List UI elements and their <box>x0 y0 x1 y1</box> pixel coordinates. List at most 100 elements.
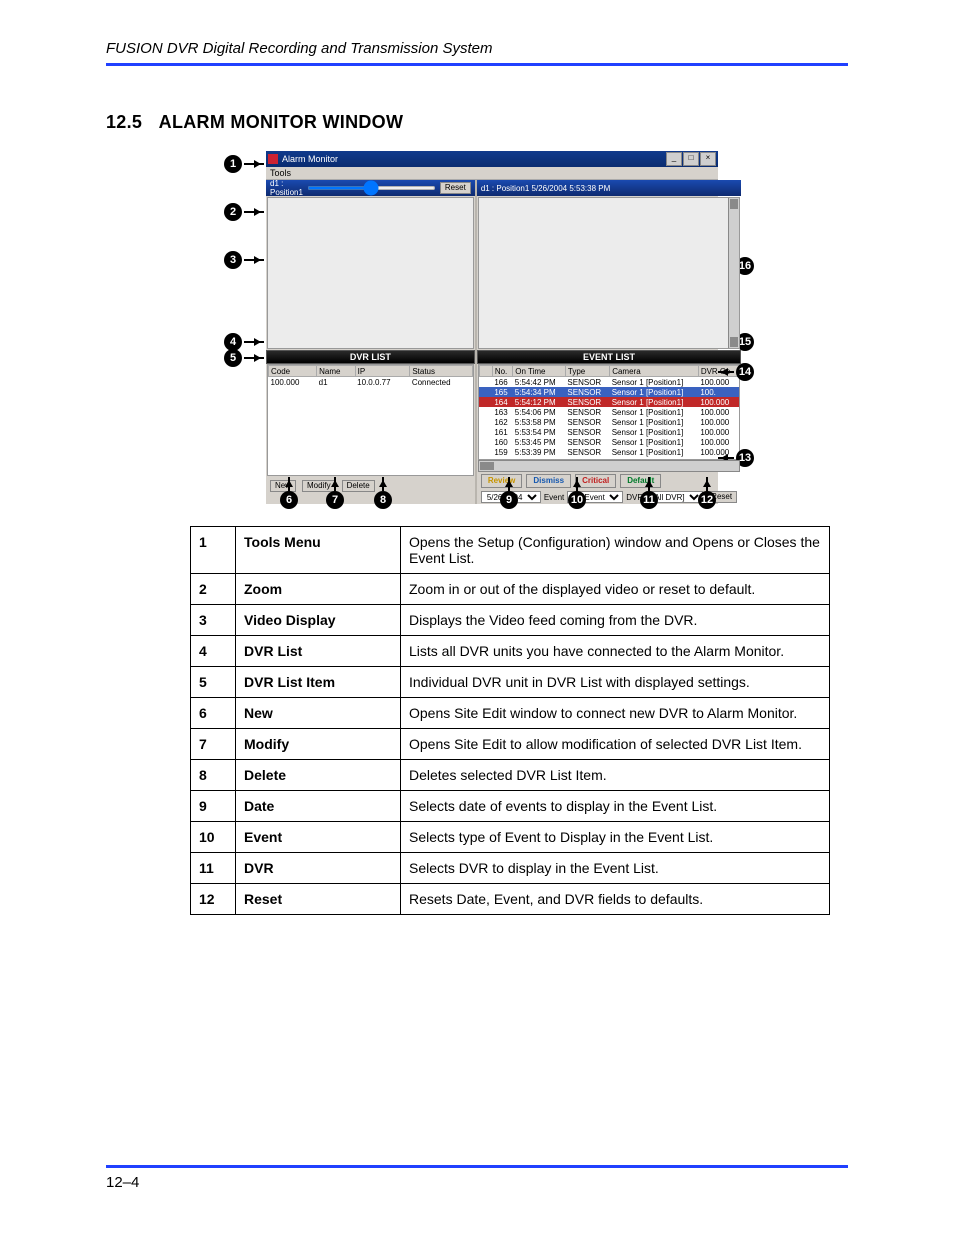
cell: 5:53:54 PM <box>513 427 566 437</box>
cell <box>479 407 492 417</box>
callout-8: 8 <box>374 491 392 509</box>
scrollbar-horizontal[interactable] <box>478 460 740 472</box>
title-bar[interactable]: Alarm Monitor _ □ × <box>266 151 718 167</box>
event-row[interactable]: 1625:53:58 PMSENSORSensor 1 [Position1]1… <box>479 417 738 427</box>
item-term: Reset <box>236 884 401 915</box>
zoom-reset-button[interactable]: Reset <box>440 182 471 194</box>
item-number: 8 <box>191 760 236 791</box>
event-row[interactable]: 1595:53:39 PMSENSORSensor 1 [Position1]1… <box>479 447 738 457</box>
maximize-icon[interactable]: □ <box>683 152 699 166</box>
cell: d1 <box>317 377 356 388</box>
cell <box>479 417 492 427</box>
default-button[interactable]: Default <box>620 474 661 488</box>
cell: SENSOR <box>565 397 609 407</box>
app-icon <box>268 154 278 164</box>
event-row[interactable]: 1605:53:45 PMSENSORSensor 1 [Position1]1… <box>479 437 738 447</box>
cell: Sensor 1 [Position1] <box>610 437 699 447</box>
cell <box>479 437 492 447</box>
cell: SENSOR <box>565 447 609 457</box>
event-row[interactable]: 1655:54:34 PMSENSORSensor 1 [Position1]1… <box>479 387 738 397</box>
cell: SENSOR <box>565 417 609 427</box>
table-row: 7ModifyOpens Site Edit to allow modifica… <box>191 729 830 760</box>
col-status[interactable]: Status <box>410 366 472 377</box>
col-no[interactable]: No. <box>492 366 512 377</box>
right-pane: d1 : Position1 5/26/2004 5:53:38 PM EVEN… <box>475 180 741 504</box>
scrollbar-vertical[interactable] <box>728 198 739 348</box>
callout-arrow <box>334 477 336 491</box>
review-button[interactable]: Review <box>481 474 523 488</box>
event-row[interactable]: 1615:53:54 PMSENSORSensor 1 [Position1]1… <box>479 427 738 437</box>
section-title: ALARM MONITOR WINDOW <box>159 112 404 132</box>
tag-button-row: Review Dismiss Critical Default <box>477 472 741 490</box>
cell: Sensor 1 [Position1] <box>610 387 699 397</box>
item-desc: Opens the Setup (Configuration) window a… <box>401 527 830 574</box>
callout-arrow <box>508 477 510 491</box>
section-number: 12.5 <box>106 112 154 133</box>
table-row: 8DeleteDeletes selected DVR List Item. <box>191 760 830 791</box>
item-desc: Resets Date, Event, and DVR fields to de… <box>401 884 830 915</box>
cell: SENSOR <box>565 437 609 447</box>
event-row[interactable]: 1665:54:42 PMSENSORSensor 1 [Position1]1… <box>479 377 738 388</box>
col-code[interactable]: Code <box>269 366 317 377</box>
table-row: 1Tools MenuOpens the Setup (Configuratio… <box>191 527 830 574</box>
menu-bar: Tools <box>266 167 718 180</box>
cell: 163 <box>492 407 512 417</box>
header-rule <box>106 63 848 66</box>
col-name[interactable]: Name <box>317 366 356 377</box>
callout-arrow <box>718 371 734 373</box>
item-term: Event <box>236 822 401 853</box>
item-number: 12 <box>191 884 236 915</box>
item-number: 1 <box>191 527 236 574</box>
item-desc: Opens Site Edit to allow modification of… <box>401 729 830 760</box>
item-desc: Selects DVR to display in the Event List… <box>401 853 830 884</box>
dismiss-button[interactable]: Dismiss <box>526 474 571 488</box>
window-title: Alarm Monitor <box>282 154 338 164</box>
cell <box>479 397 492 407</box>
video-display[interactable] <box>267 197 474 349</box>
critical-button[interactable]: Critical <box>575 474 616 488</box>
callout-arrow <box>718 457 734 459</box>
cell: 10.0.0.77 <box>355 377 410 388</box>
callout-11: 11 <box>640 491 658 509</box>
event-list-header: EVENT LIST <box>477 350 741 364</box>
dvr-list-item[interactable]: 100.000 d1 10.0.0.77 Connected <box>269 377 473 388</box>
col-type[interactable]: Type <box>565 366 609 377</box>
item-number: 9 <box>191 791 236 822</box>
cell: 166 <box>492 377 512 388</box>
cell: Sensor 1 [Position1] <box>610 447 699 457</box>
col-ontime[interactable]: On Time <box>513 366 566 377</box>
item-term: Modify <box>236 729 401 760</box>
callout-3: 3 <box>224 251 242 269</box>
col-ip[interactable]: IP <box>355 366 410 377</box>
close-icon[interactable]: × <box>700 152 716 166</box>
event-row[interactable]: 1635:54:06 PMSENSORSensor 1 [Position1]1… <box>479 407 738 417</box>
cell: SENSOR <box>565 427 609 437</box>
callout-arrow <box>706 477 708 491</box>
callout-arrow <box>244 357 264 359</box>
table-row: 6NewOpens Site Edit window to connect ne… <box>191 698 830 729</box>
item-number: 2 <box>191 574 236 605</box>
video-info: d1 : Position1 5/26/2004 5:53:38 PM <box>481 184 610 193</box>
item-term: Video Display <box>236 605 401 636</box>
minimize-icon[interactable]: _ <box>666 152 682 166</box>
col-camera[interactable]: Camera <box>610 366 699 377</box>
event-row[interactable]: 1645:54:12 PMSENSORSensor 1 [Position1]1… <box>479 397 738 407</box>
zoom-slider[interactable] <box>307 186 436 190</box>
cell: 100.000 <box>698 417 738 427</box>
delete-button[interactable]: Delete <box>342 480 375 492</box>
col-blank <box>479 366 492 377</box>
cell: SENSOR <box>565 387 609 397</box>
tools-menu[interactable]: Tools <box>270 168 291 178</box>
item-term: DVR List <box>236 636 401 667</box>
video-thumbnail-area[interactable] <box>478 197 740 349</box>
item-desc: Opens Site Edit window to connect new DV… <box>401 698 830 729</box>
table-row: 2ZoomZoom in or out of the displayed vid… <box>191 574 830 605</box>
cell: SENSOR <box>565 377 609 388</box>
callout-10: 10 <box>568 491 586 509</box>
item-number: 6 <box>191 698 236 729</box>
item-number: 10 <box>191 822 236 853</box>
dvr-list[interactable]: Code Name IP Status 100.000 d1 10.0.0.77… <box>267 364 474 476</box>
table-row: 3Video DisplayDisplays the Video feed co… <box>191 605 830 636</box>
item-term: Tools Menu <box>236 527 401 574</box>
event-list[interactable]: No. On Time Type Camera DVR Co 1665:54:4… <box>478 364 740 460</box>
